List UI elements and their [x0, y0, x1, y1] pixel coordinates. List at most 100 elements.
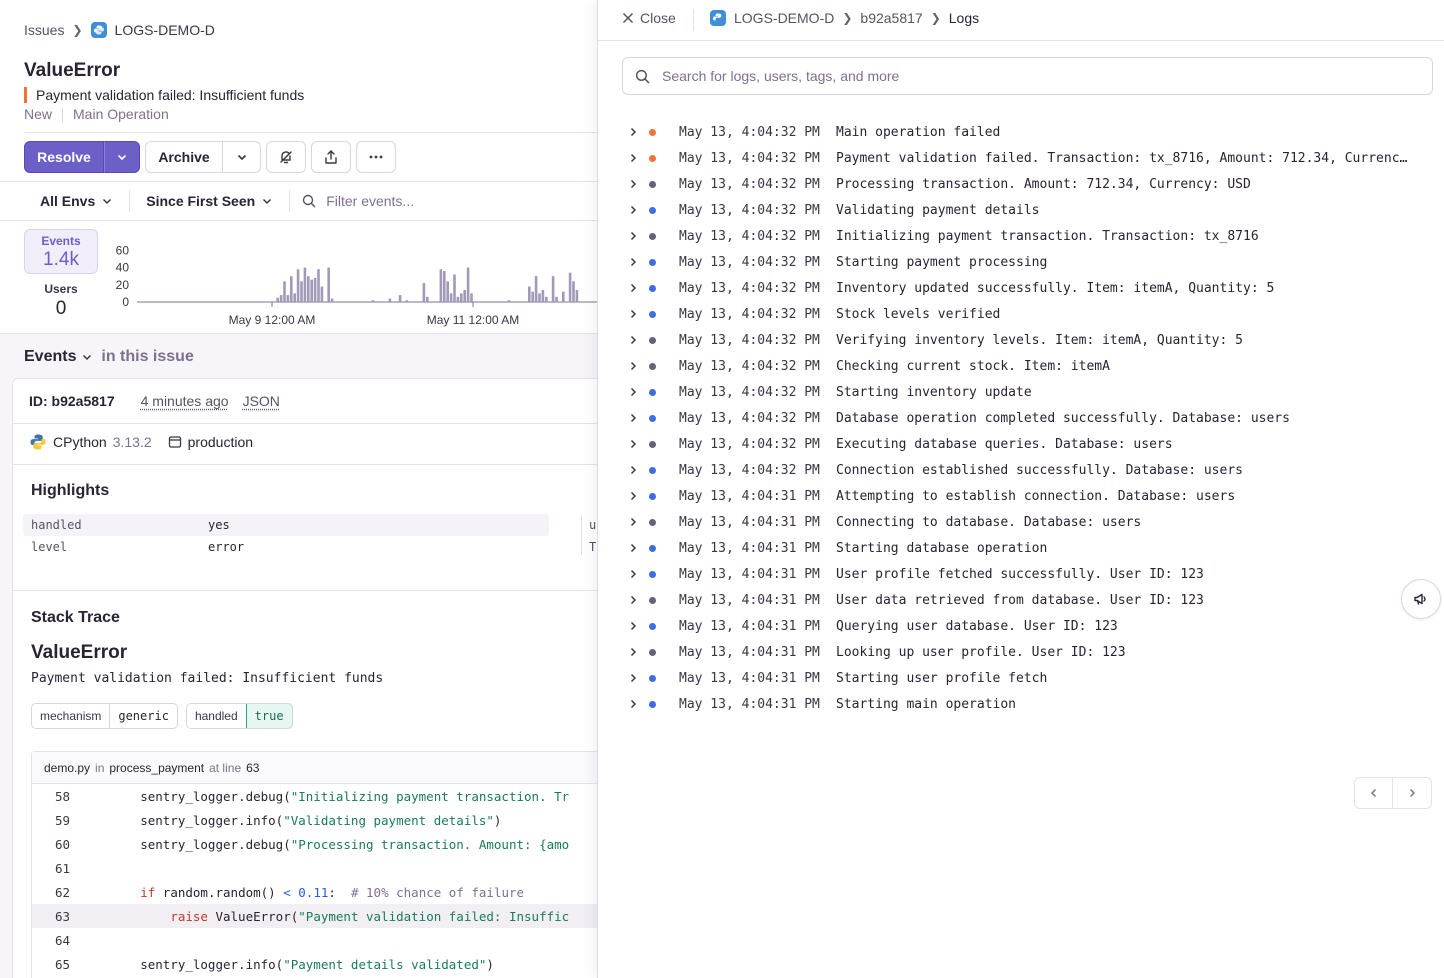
event-age[interactable]: 4 minutes ago — [141, 393, 229, 409]
log-row[interactable]: May 13, 4:04:32 PM Stock levels verified — [622, 301, 1422, 327]
archive-dropdown-button[interactable] — [223, 141, 261, 173]
chart-bar[interactable] — [406, 300, 409, 302]
log-row[interactable]: May 13, 4:04:31 PM User profile fetched s… — [622, 561, 1422, 587]
log-row[interactable]: May 13, 4:04:32 PM Initializing payment t… — [622, 223, 1422, 249]
chart-bar[interactable] — [470, 293, 473, 302]
chart-bar[interactable] — [310, 280, 313, 302]
logs-search-input[interactable] — [662, 68, 1382, 84]
chart-bar[interactable] — [457, 297, 460, 302]
chart-bar[interactable] — [528, 286, 531, 302]
chart-bar[interactable] — [440, 269, 443, 302]
expand-chevron-icon[interactable] — [622, 176, 644, 192]
chart-bar[interactable] — [453, 274, 456, 302]
expand-chevron-icon[interactable] — [622, 618, 644, 634]
drawer-breadcrumb-project[interactable]: LOGS-DEMO-D — [734, 10, 834, 26]
chart-bar[interactable] — [545, 297, 548, 302]
log-row[interactable]: May 13, 4:04:31 PM Starting main operatio… — [622, 691, 1422, 717]
next-page-button[interactable] — [1393, 777, 1432, 809]
chart-bar[interactable] — [538, 293, 541, 302]
expand-chevron-icon[interactable] — [622, 228, 644, 244]
log-row[interactable]: May 13, 4:04:32 PM Starting payment proce… — [622, 249, 1422, 275]
archive-button[interactable]: Archive — [145, 141, 223, 173]
mute-button[interactable] — [266, 141, 306, 173]
chart-bar[interactable] — [443, 271, 446, 302]
event-json-link[interactable]: JSON — [243, 393, 280, 409]
chevron-down-icon[interactable] — [81, 351, 93, 363]
events-dropdown-label[interactable]: Events — [24, 348, 76, 365]
chart-bar[interactable] — [280, 295, 283, 302]
expand-chevron-icon[interactable] — [622, 592, 644, 608]
log-row[interactable]: May 13, 4:04:31 PM Querying user database… — [622, 613, 1422, 639]
chart-bar[interactable] — [290, 276, 293, 302]
chart-bar[interactable] — [300, 281, 303, 302]
chart-bar[interactable] — [569, 273, 572, 302]
expand-chevron-icon[interactable] — [622, 462, 644, 478]
chart-bar[interactable] — [446, 281, 449, 302]
log-row[interactable]: May 13, 4:04:31 PM Looking up user profil… — [622, 639, 1422, 665]
expand-chevron-icon[interactable] — [622, 384, 644, 400]
stack-frame-header[interactable]: demo.py in process_payment at line 63 — [32, 752, 597, 784]
expand-chevron-icon[interactable] — [622, 410, 644, 426]
expand-chevron-icon[interactable] — [622, 124, 644, 140]
log-row[interactable]: May 13, 4:04:31 PM Starting user profile … — [622, 665, 1422, 691]
events-chart[interactable]: 0 20 40 60 May 9 12:00 AM May 11 12:00 AM — [100, 236, 597, 328]
expand-chevron-icon[interactable] — [622, 332, 644, 348]
expand-chevron-icon[interactable] — [622, 436, 644, 452]
chart-bar[interactable] — [389, 299, 392, 302]
chart-bar[interactable] — [572, 281, 575, 302]
log-row[interactable]: May 13, 4:04:32 PM Verifying inventory le… — [622, 327, 1422, 353]
expand-chevron-icon[interactable] — [622, 540, 644, 556]
expand-chevron-icon[interactable] — [622, 202, 644, 218]
event-search[interactable]: Filter events... — [290, 193, 414, 209]
chart-bar[interactable] — [542, 290, 545, 302]
expand-chevron-icon[interactable] — [622, 488, 644, 504]
log-row[interactable]: May 13, 4:04:32 PM Validating payment det… — [622, 197, 1422, 223]
breadcrumb-issues[interactable]: Issues — [24, 22, 64, 38]
resolve-button[interactable]: Resolve — [24, 141, 104, 173]
log-row[interactable]: May 13, 4:04:32 PM Payment validation fai… — [622, 145, 1422, 171]
close-drawer-button[interactable]: Close — [622, 10, 676, 26]
chart-bar[interactable] — [307, 276, 310, 302]
chart-bar[interactable] — [562, 292, 565, 302]
chart-bar[interactable] — [293, 293, 296, 302]
chart-bar[interactable] — [321, 286, 324, 302]
expand-chevron-icon[interactable] — [622, 696, 644, 712]
expand-chevron-icon[interactable] — [622, 280, 644, 296]
expand-chevron-icon[interactable] — [622, 514, 644, 530]
chart-bar[interactable] — [552, 276, 555, 302]
chart-bar[interactable] — [576, 290, 579, 302]
chart-bar[interactable] — [331, 299, 334, 302]
date-range-selector[interactable]: Since First Seen — [130, 190, 289, 212]
users-stat-tab[interactable]: Users 0 — [24, 282, 98, 320]
resolve-dropdown-button[interactable] — [104, 141, 140, 173]
expand-chevron-icon[interactable] — [622, 254, 644, 270]
events-stat-tab[interactable]: Events 1.4k — [24, 229, 98, 274]
chart-bar[interactable] — [531, 292, 534, 302]
expand-chevron-icon[interactable] — [622, 150, 644, 166]
more-actions-button[interactable] — [356, 141, 396, 173]
chart-bar[interactable] — [327, 268, 330, 302]
log-row[interactable]: May 13, 4:04:32 PM Processing transaction… — [622, 171, 1422, 197]
expand-chevron-icon[interactable] — [622, 566, 644, 582]
chart-bar[interactable] — [283, 281, 286, 302]
chart-bar[interactable] — [314, 278, 317, 302]
chart-bar[interactable] — [535, 276, 538, 302]
expand-chevron-icon[interactable] — [622, 644, 644, 660]
expand-chevron-icon[interactable] — [622, 670, 644, 686]
expand-chevron-icon[interactable] — [622, 358, 644, 374]
log-row[interactable]: May 13, 4:04:32 PM Inventory updated succ… — [622, 275, 1422, 301]
chart-bar[interactable] — [317, 269, 320, 302]
log-row[interactable]: May 13, 4:04:32 PM Database operation com… — [622, 405, 1422, 431]
log-row[interactable]: May 13, 4:04:31 PM Connecting to database… — [622, 509, 1422, 535]
log-row[interactable]: May 13, 4:04:31 PM Starting database oper… — [622, 535, 1422, 561]
chart-bar[interactable] — [297, 269, 300, 302]
chart-bar[interactable] — [467, 268, 470, 302]
chart-bar[interactable] — [555, 297, 558, 302]
log-row[interactable]: May 13, 4:04:32 PM Connection established… — [622, 457, 1422, 483]
log-row[interactable]: May 13, 4:04:32 PM Checking current stock… — [622, 353, 1422, 379]
log-row[interactable]: May 13, 4:04:31 PM Attempting to establis… — [622, 483, 1422, 509]
log-row[interactable]: May 13, 4:04:32 PM Executing database que… — [622, 431, 1422, 457]
previous-page-button[interactable] — [1354, 777, 1393, 809]
logs-search[interactable] — [622, 57, 1433, 95]
feedback-button[interactable] — [1401, 579, 1441, 619]
